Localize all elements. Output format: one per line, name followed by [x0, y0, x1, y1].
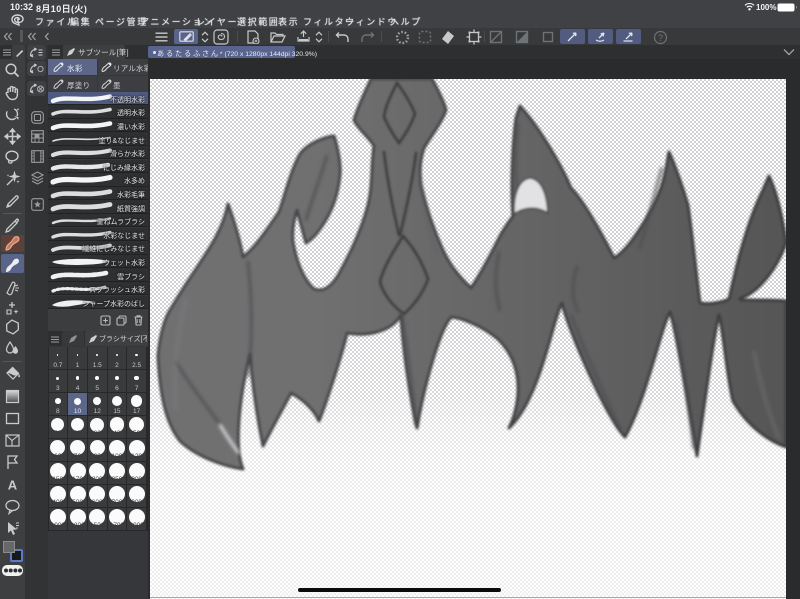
svg-text:A: A: [8, 478, 18, 493]
svg-text:?: ?: [658, 33, 663, 43]
